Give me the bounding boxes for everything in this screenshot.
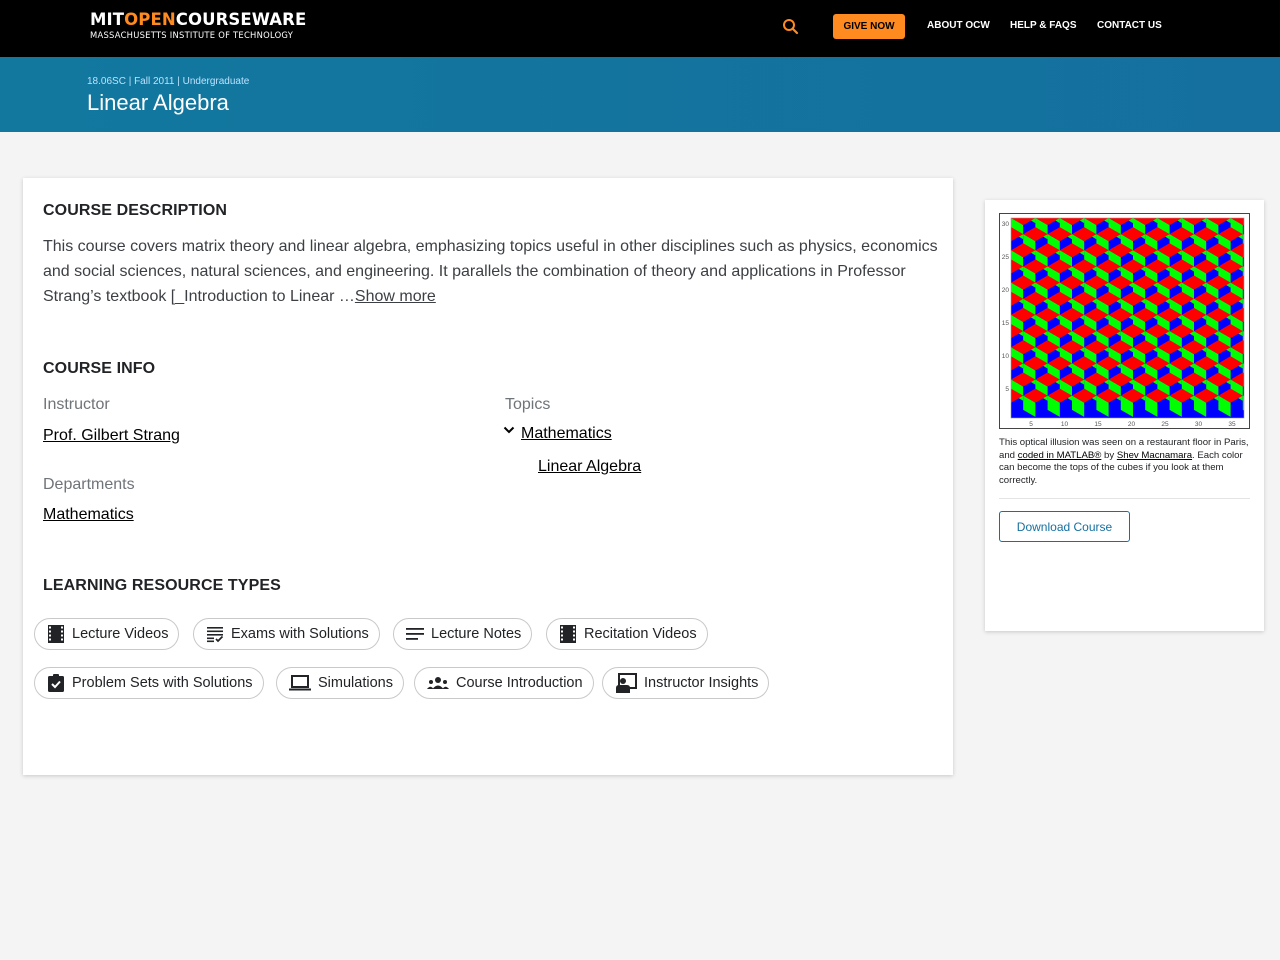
- resource-label: Recitation Videos: [584, 626, 697, 642]
- departments-label: Departments: [43, 476, 135, 493]
- course-title: Linear Algebra: [87, 90, 229, 115]
- course-description-text: This course covers matrix theory and lin…: [43, 234, 938, 309]
- divider: [999, 498, 1250, 499]
- course-description-heading: COURSE DESCRIPTION: [43, 202, 228, 219]
- shev-macnamara-link[interactable]: Shev Macnamara: [1117, 450, 1192, 461]
- department-link[interactable]: Mathematics: [43, 506, 134, 524]
- logo-subtitle: MASSACHUSETTS INSTITUTE OF TECHNOLOGY: [90, 30, 294, 40]
- caption-text: by: [1101, 449, 1117, 461]
- image-caption: This optical illusion was seen on a rest…: [999, 437, 1251, 487]
- optical-illusion-image: 5 10 15 20 25 30 35 5 10 15 20 25 30: [999, 213, 1250, 429]
- topic-link[interactable]: Mathematics: [521, 425, 612, 443]
- illusion-x-tick: 30: [1195, 421, 1203, 428]
- resource-lecture-videos[interactable]: Lecture Videos: [34, 618, 180, 650]
- illusion-y-tick: 25: [1002, 254, 1010, 261]
- resource-label: Lecture Videos: [72, 626, 169, 642]
- laptop-icon: [289, 674, 311, 692]
- illusion-x-tick: 10: [1061, 421, 1069, 428]
- subtopic-link[interactable]: Linear Algebra: [538, 458, 641, 476]
- illusion-tile-green: [1000, 363, 1011, 384]
- course-info-heading: COURSE INFO: [43, 360, 156, 377]
- course-meta: 18.06SC | Fall 2011 | Undergraduate: [87, 76, 250, 87]
- illusion-y-tick: 10: [1002, 353, 1010, 360]
- presenter-icon: [615, 673, 637, 693]
- nav-about-ocw[interactable]: ABOUT OCW: [927, 20, 990, 31]
- resource-lecture-notes[interactable]: Lecture Notes: [393, 618, 533, 650]
- instructor-label: Instructor: [43, 396, 110, 413]
- course-banner: 18.06SC | Fall 2011 | Undergraduate Line…: [0, 57, 1280, 132]
- nav-contact-us[interactable]: CONTACT US: [1097, 20, 1162, 31]
- instructor-link[interactable]: Prof. Gilbert Strang: [43, 427, 180, 445]
- topics-label: Topics: [505, 396, 551, 413]
- download-course-button[interactable]: Download Course: [999, 511, 1130, 542]
- illusion-y-tick: 30: [1002, 221, 1010, 228]
- optical-illusion-figure: 5 10 15 20 25 30 35 5 10 15 20 25 30: [1000, 217, 1245, 428]
- illusion-x-tick: 5: [1029, 421, 1033, 428]
- illusion-tile-green: [1000, 331, 1011, 352]
- resource-simulations[interactable]: Simulations: [276, 667, 404, 699]
- resource-recitation-videos[interactable]: Recitation Videos: [546, 618, 708, 650]
- chevron-down-icon[interactable]: [503, 425, 515, 435]
- course-overview-card: COURSE DESCRIPTION This course covers ma…: [23, 178, 953, 775]
- illusion-y-tick: 5: [1005, 386, 1009, 393]
- film-icon: [559, 625, 577, 643]
- film-icon: [47, 625, 65, 643]
- top-nav: MITOPENCOURSEWARE MASSACHUSETTS INSTITUT…: [0, 0, 1280, 57]
- search-icon: [783, 19, 799, 35]
- coded-in-matlab-link[interactable]: coded in MATLAB®: [1018, 450, 1102, 461]
- group-icon: [427, 674, 449, 692]
- resource-label: Lecture Notes: [431, 626, 522, 642]
- logo-courseware: COURSEWARE: [175, 10, 307, 29]
- nav-help-faqs[interactable]: HELP & FAQS: [1010, 20, 1077, 31]
- resource-label: Course Introduction: [456, 675, 583, 691]
- illusion-y-tick: 20: [1002, 287, 1010, 294]
- course-image-card: 5 10 15 20 25 30 35 5 10 15 20 25 30 This optical il…: [985, 200, 1264, 631]
- logo-mit: MIT: [90, 10, 125, 29]
- mit-ocw-logo[interactable]: MITOPENCOURSEWARE MASSACHUSETTS INSTITUT…: [90, 11, 306, 41]
- resource-instructor-insights[interactable]: Instructor Insights: [602, 667, 770, 699]
- resource-label: Exams with Solutions: [231, 626, 369, 642]
- illusion-x-tick: 20: [1128, 421, 1136, 428]
- clipboard-check-icon: [47, 674, 65, 692]
- logo-open: OPEN: [124, 10, 176, 29]
- show-more-link[interactable]: Show more: [355, 288, 436, 305]
- illusion-x-tick: 25: [1161, 421, 1169, 428]
- learning-resource-types-heading: LEARNING RESOURCE TYPES: [43, 577, 281, 594]
- resource-label: Problem Sets with Solutions: [72, 675, 253, 691]
- illusion-tile-red: [1000, 372, 1011, 386]
- notes-icon: [406, 625, 424, 643]
- illusion-y-tick: 15: [1002, 320, 1010, 327]
- illusion-x-tick: 15: [1094, 421, 1102, 428]
- resource-exams-with-solutions[interactable]: Exams with Solutions: [193, 618, 380, 650]
- resource-course-introduction[interactable]: Course Introduction: [414, 667, 594, 699]
- illusion-tile-green: [1000, 299, 1011, 320]
- course-description-body: This course covers matrix theory and lin…: [43, 238, 938, 305]
- search-button[interactable]: [780, 16, 802, 38]
- illusion-tile-green: [1000, 266, 1011, 287]
- give-now-button[interactable]: GIVE NOW: [833, 14, 905, 39]
- checklist-icon: [206, 625, 224, 643]
- illusion-x-tick: 35: [1228, 421, 1236, 428]
- resource-label: Instructor Insights: [644, 675, 759, 691]
- resource-problem-sets-with-solutions[interactable]: Problem Sets with Solutions: [34, 667, 264, 699]
- resource-label: Simulations: [318, 675, 393, 691]
- logo-wordmark: MITOPENCOURSEWARE: [90, 11, 306, 29]
- illusion-tile-green: [1000, 234, 1011, 255]
- illusion-tile-green: [1000, 396, 1011, 417]
